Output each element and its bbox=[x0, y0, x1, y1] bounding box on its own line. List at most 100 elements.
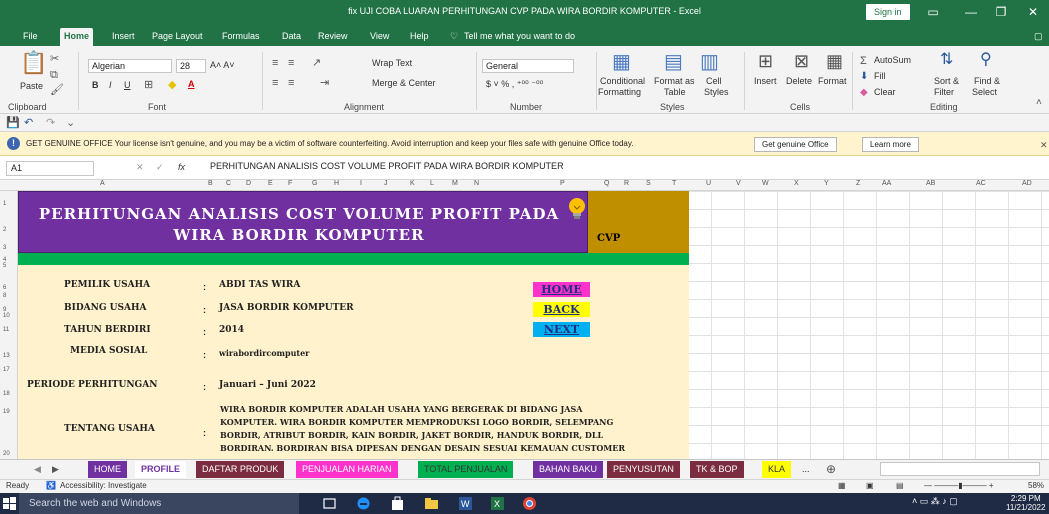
column-header[interactable]: A bbox=[100, 180, 105, 187]
home-nav-button[interactable]: HOME bbox=[533, 282, 590, 297]
redo-icon[interactable]: ↷ bbox=[46, 116, 55, 129]
paste-button[interactable]: Paste bbox=[20, 81, 43, 91]
customize-qat-icon[interactable]: ⌄ bbox=[66, 116, 75, 129]
row-header[interactable]: 8 bbox=[3, 293, 6, 299]
column-header[interactable]: E bbox=[268, 180, 273, 187]
row-header[interactable]: 19 bbox=[3, 409, 10, 415]
cell-styles-icon[interactable]: ▥ bbox=[700, 52, 719, 72]
delete-cells-icon[interactable]: ⊠ bbox=[794, 52, 809, 70]
row-header[interactable]: 1 bbox=[3, 201, 6, 207]
align-middle-icon[interactable]: ≡ bbox=[288, 56, 294, 70]
sort-filter-button[interactable]: Sort & bbox=[934, 76, 959, 86]
minimize-icon[interactable]: — bbox=[956, 2, 986, 22]
underline-button[interactable]: U bbox=[124, 80, 131, 90]
sheet-tab-penyusutan[interactable]: PENYUSUTAN bbox=[607, 461, 680, 478]
column-header[interactable]: AC bbox=[976, 180, 986, 187]
column-header[interactable]: I bbox=[360, 180, 362, 187]
format-as-table-button[interactable]: Format as bbox=[654, 76, 695, 86]
learn-more-button[interactable]: Learn more bbox=[862, 137, 919, 152]
column-header[interactable]: Q bbox=[604, 180, 609, 187]
delete-cells-button[interactable]: Delete bbox=[786, 76, 812, 86]
column-header[interactable]: Y bbox=[824, 180, 829, 187]
restore-icon[interactable]: ❐ bbox=[986, 2, 1016, 22]
italic-button[interactable]: I bbox=[109, 80, 112, 90]
sign-in-button[interactable]: Sign in bbox=[866, 4, 910, 20]
zoom-level[interactable]: 58% bbox=[1028, 481, 1044, 490]
scroll-tabs-left-icon[interactable]: ◀ bbox=[28, 461, 47, 478]
column-header[interactable]: T bbox=[672, 180, 676, 187]
save-icon[interactable]: 💾 bbox=[6, 116, 20, 129]
row-header[interactable]: 2 bbox=[3, 227, 6, 233]
back-nav-button[interactable]: BACK bbox=[533, 302, 590, 317]
bold-button[interactable]: B bbox=[92, 80, 99, 90]
row-header[interactable]: 11 bbox=[3, 327, 9, 333]
orientation-icon[interactable]: ↗ bbox=[312, 56, 321, 70]
store-icon[interactable] bbox=[390, 496, 405, 511]
field-value-social-media[interactable]: wirabordircomputer bbox=[219, 348, 309, 358]
field-value-owner[interactable]: ABDI TAS WIRA bbox=[219, 280, 300, 290]
column-header[interactable]: AB bbox=[926, 180, 935, 187]
column-header[interactable]: AA bbox=[882, 180, 891, 187]
format-cells-button[interactable]: Format bbox=[818, 76, 847, 86]
align-left-icon[interactable]: ≡ bbox=[272, 76, 278, 90]
row-header[interactable]: 17 bbox=[3, 367, 10, 373]
column-header[interactable]: V bbox=[736, 180, 741, 187]
column-header[interactable]: B bbox=[208, 180, 213, 187]
format-painter-icon[interactable]: 🖌 bbox=[50, 83, 64, 97]
row-header[interactable]: 3 bbox=[3, 245, 6, 251]
column-header[interactable]: C bbox=[226, 180, 231, 187]
windows-start-icon[interactable] bbox=[2, 496, 17, 511]
merge-center-button[interactable]: Merge & Center bbox=[372, 78, 436, 88]
column-header[interactable]: AD bbox=[1022, 180, 1032, 187]
wrap-text-button[interactable]: Wrap Text bbox=[372, 58, 412, 68]
tab-help[interactable]: Help bbox=[406, 28, 433, 46]
cancel-icon[interactable]: ✕ bbox=[136, 162, 144, 173]
tab-view[interactable]: View bbox=[366, 28, 393, 46]
edge-browser-icon[interactable] bbox=[356, 496, 371, 511]
sheet-tab-tk-bop[interactable]: TK & BOP bbox=[690, 461, 744, 478]
undo-icon[interactable]: ↶ bbox=[24, 116, 33, 129]
field-value-year-founded[interactable]: 2014 bbox=[219, 325, 244, 335]
title-banner[interactable]: PERHITUNGAN ANALISIS COST VOLUME PROFIT … bbox=[18, 191, 588, 253]
sheet-tab-daftar-produk[interactable]: DAFTAR PRODUK bbox=[196, 461, 285, 478]
sheet-tab-total-penjualan[interactable]: TOTAL PENJUALAN bbox=[418, 461, 514, 478]
system-tray-icons[interactable]: ˄ ▭ ⁂ ♪ ▢ bbox=[912, 496, 1002, 511]
insert-cells-icon[interactable]: ⊞ bbox=[758, 52, 773, 70]
formula-input[interactable]: PERHITUNGAN ANALISIS COST VOLUME PROFIT … bbox=[210, 161, 564, 171]
more-sheets-indicator[interactable]: ... bbox=[796, 461, 816, 478]
column-header[interactable]: D bbox=[246, 180, 251, 187]
font-name-select[interactable]: Algerian bbox=[88, 59, 172, 73]
cut-icon[interactable]: ✂ bbox=[50, 52, 59, 66]
close-notice-icon[interactable]: ✕ bbox=[1040, 138, 1048, 152]
font-color-button[interactable]: A bbox=[188, 79, 195, 89]
ribbon-display-icon[interactable]: ▭ bbox=[918, 2, 948, 22]
copy-icon[interactable]: ⧉ bbox=[50, 68, 58, 82]
add-sheet-icon[interactable]: ⊕ bbox=[820, 461, 842, 478]
page-layout-view-icon[interactable]: ▣ bbox=[866, 481, 874, 490]
font-size-arrows[interactable]: A˄ A˅ bbox=[210, 60, 235, 70]
autosum-button[interactable]: AutoSum bbox=[874, 55, 911, 65]
horizontal-scrollbar[interactable] bbox=[880, 462, 1040, 476]
paste-icon[interactable]: 📋 bbox=[20, 52, 47, 74]
column-header[interactable]: X bbox=[794, 180, 799, 187]
file-explorer-icon[interactable] bbox=[424, 496, 439, 511]
taskbar-search-input[interactable]: Search the web and Windows bbox=[19, 493, 299, 514]
tab-formulas[interactable]: Formulas bbox=[218, 28, 264, 46]
field-value-business-field[interactable]: JASA BORDIR KOMPUTER bbox=[219, 303, 354, 313]
insert-function-icon[interactable]: fx bbox=[178, 162, 185, 172]
row-header[interactable]: 6 bbox=[3, 285, 6, 291]
column-header[interactable]: N bbox=[474, 180, 479, 187]
column-header[interactable]: F bbox=[288, 180, 292, 187]
format-cells-icon[interactable]: ▦ bbox=[826, 52, 843, 70]
sheet-tab-bahan-baku[interactable]: BAHAN BAKU bbox=[533, 461, 604, 478]
tab-file[interactable]: File bbox=[19, 28, 42, 46]
conditional-formatting-button[interactable]: Conditional bbox=[600, 76, 645, 86]
column-header[interactable]: L bbox=[430, 180, 434, 187]
indent-icon[interactable]: ⇥ bbox=[320, 76, 329, 90]
sheet-tab-penjualan-harian[interactable]: PENJUALAN HARIAN bbox=[296, 461, 398, 478]
chrome-browser-icon[interactable] bbox=[522, 496, 537, 511]
cell-styles-button[interactable]: Cell bbox=[706, 76, 722, 86]
tab-page-layout[interactable]: Page Layout bbox=[148, 28, 207, 46]
column-header[interactable]: W bbox=[762, 180, 769, 187]
row-header[interactable]: 20 bbox=[3, 451, 10, 457]
